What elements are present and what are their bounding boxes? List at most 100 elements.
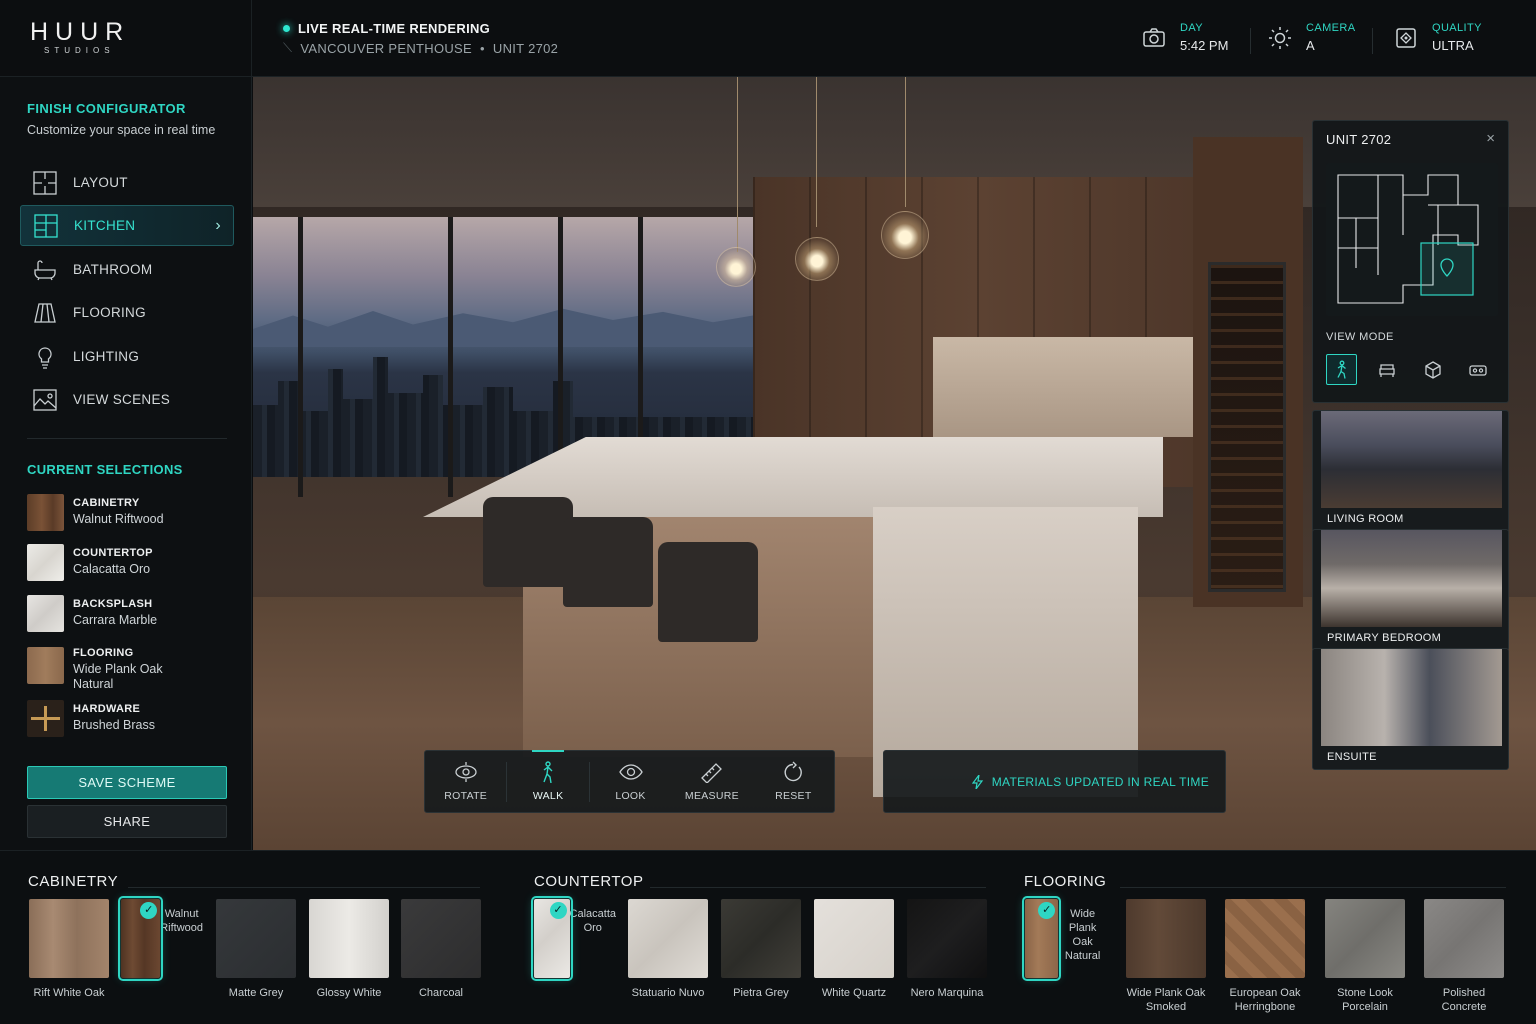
flooring-palette-title: FLOORING [1024,873,1107,890]
material-calacatta-oro[interactable]: ✓ Calacatta Oro [531,896,616,981]
sidebar-item-layout[interactable]: LAYOUT [20,162,234,203]
lightbulb-icon [32,344,58,370]
current-selections-title: CURRENT SELECTIONS [27,462,183,477]
reset-tool-button[interactable]: RESET [753,751,834,812]
material-glossy-white[interactable]: Glossy White [308,899,390,1000]
divider [27,438,227,439]
divider [650,887,986,888]
selection-countertop[interactable]: COUNTERTOP Calacatta Oro [27,544,237,581]
layout-icon [32,170,58,196]
quality-value: ULTRA [1432,38,1474,53]
window-mullion [298,217,303,497]
rotate-tool-button[interactable]: ROTATE [425,751,506,812]
camera-stat[interactable]: CAMERA A [1268,22,1355,53]
sidebar-item-view-scenes[interactable]: VIEW SCENES [20,379,234,420]
material-name: Calacatta Oro [569,908,616,934]
view-mode-label: VIEW MODE [1326,331,1394,343]
living-room-thumbnail [1321,411,1502,508]
vr-mode-button[interactable] [1462,354,1493,385]
camera-label: CAMERA [1306,22,1356,34]
quality-label: QUALITY [1432,22,1482,34]
sidebar-item-label: LAYOUT [73,175,128,190]
sidebar-item-flooring[interactable]: FLOORING [20,292,234,333]
material-swatch [1325,899,1405,978]
material-charcoal[interactable]: Charcoal [400,899,482,1000]
look-tool-button[interactable]: LOOK [590,751,671,812]
bolt-icon [971,774,983,789]
cabinetry-palette-title: CABINETRY [28,873,119,890]
save-scheme-button[interactable]: SAVE SCHEME [27,766,227,799]
scene-card-primary-bedroom[interactable]: PRIMARY BEDROOM [1312,529,1509,651]
sidebar-subtitle: Customize your space in real time [27,123,216,137]
material-nero-marquina[interactable]: Nero Marquina [906,899,988,1000]
tool-label: ROTATE [444,790,488,802]
floor-plan-minimap[interactable] [1326,163,1498,316]
breadcrumb-separator: • [480,40,485,56]
material-wide-plank-oak-natural[interactable]: ✓ Wide Plank Oak Natural [1021,896,1107,981]
walk-mode-button[interactable] [1326,354,1357,385]
selection-flooring[interactable]: FLOORING Wide Plank Oak Natural [27,647,237,692]
close-icon[interactable]: × [1486,130,1495,147]
selection-category: CABINETRY [73,497,140,509]
selection-backsplash[interactable]: BACKSPLASH Carrara Marble [27,595,237,632]
scene-label: PRIMARY BEDROOM [1327,632,1442,644]
seat-mode-button[interactable] [1371,354,1402,385]
pendant-light [795,237,839,281]
selection-hardware[interactable]: HARDWARE Brushed Brass [27,700,237,737]
material-pietra-grey[interactable]: Pietra Grey [720,899,802,1000]
material-palette: CABINETRY Rift White Oak ✓ Walnut Riftwo… [0,850,1536,1024]
flooring-icon [32,300,58,326]
backsplash-swatch [27,595,64,632]
material-swatch [1424,899,1504,978]
scene-wine-fridge [1208,262,1286,592]
walk-icon [543,761,553,783]
scene-card-living-room[interactable]: LIVING ROOM [1312,410,1509,532]
quality-stat[interactable]: QUALITY ULTRA [1394,22,1482,53]
scene-bar-stool [483,497,573,587]
seat-mode-icon [1378,363,1395,377]
quality-icon [1396,27,1416,48]
measure-tool-button[interactable]: MEASURE [671,751,752,812]
scene-label: LIVING ROOM [1327,513,1404,525]
material-swatch: ✓ [531,896,573,981]
material-swatch [1126,899,1206,978]
eye-icon [618,764,643,780]
sidebar-item-lighting[interactable]: LIGHTING [20,336,234,377]
live-label: LIVE REAL-TIME RENDERING [298,21,491,36]
cabinetry-swatch [27,494,64,531]
sidebar-item-kitchen[interactable]: KITCHEN › [20,205,234,246]
material-name: Polished Concrete [1441,987,1487,1013]
material-statuario-nuvo[interactable]: Statuario Nuvo [627,899,709,1000]
sidebar-item-label: LIGHTING [73,349,140,364]
material-matte-grey[interactable]: Matte Grey [215,899,297,1000]
material-stone-look-porcelain[interactable]: Stone Look Porcelain [1324,899,1406,1014]
brass-handle-icon [44,706,47,731]
material-polished-concrete[interactable]: Polished Concrete [1423,899,1505,1014]
material-european-oak-herringbone[interactable]: European Oak Herringbone [1224,899,1306,1014]
material-walnut-riftwood[interactable]: ✓ Walnut Riftwood [117,896,203,981]
unit-minimap-panel: UNIT 2702 × VIEW MODE [1312,120,1509,403]
cube-mode-button[interactable] [1417,354,1448,385]
material-name: Rift White Oak [33,987,105,999]
material-swatch: ✓ [117,896,164,981]
check-icon: ✓ [549,902,567,919]
pendant-cord [816,77,817,227]
share-button[interactable]: SHARE [27,805,227,838]
material-rift-white-oak[interactable]: Rift White Oak [28,899,110,1000]
walk-tool-button[interactable]: WALK [507,750,588,812]
tool-label: WALK [532,790,564,802]
material-wide-plank-oak-smoked[interactable]: Wide Plank Oak Smoked [1125,899,1207,1014]
selection-category: FLOORING [73,647,134,659]
scene-card-ensuite[interactable]: ENSUITE [1312,648,1509,770]
sun-icon [1269,26,1291,49]
sidebar-item-bathroom[interactable]: BATHROOM [20,249,234,290]
reset-icon [784,761,803,782]
view-toolbar: ROTATE WALK LOOK MEASURE RESET [424,750,835,813]
scene-bar-stool [563,517,653,607]
sidebar-item-label: KITCHEN [74,218,136,233]
countertop-swatch [27,544,64,581]
material-swatch [309,899,389,978]
day-stat[interactable]: DAY 5:42 PM [1142,22,1228,53]
selection-cabinetry[interactable]: CABINETRY Walnut Riftwood [27,494,237,531]
material-white-quartz[interactable]: White Quartz [813,899,895,1000]
